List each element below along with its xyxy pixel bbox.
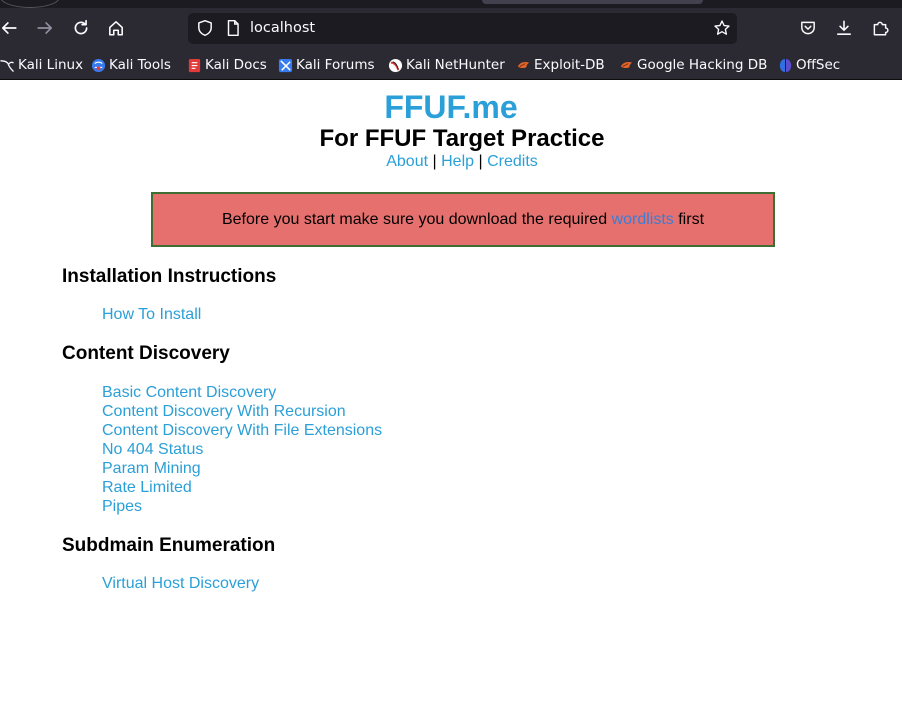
bookmark-kali-tools[interactable]: Kali Tools [91, 50, 171, 80]
reload-button[interactable] [67, 14, 95, 42]
url-text[interactable]: localhost [250, 13, 315, 44]
notice-text-after: first [678, 211, 705, 228]
extensions-button[interactable] [866, 14, 894, 42]
page-info-icon[interactable] [224, 19, 242, 37]
nav-separator: | [478, 153, 483, 170]
param-mining-link[interactable]: Param Mining [102, 459, 382, 478]
kali-tools-icon [91, 58, 106, 72]
installation-links: How To Install [102, 305, 201, 324]
offsec-icon [779, 58, 792, 72]
pipes-link[interactable]: Pipes [102, 497, 382, 516]
kali-forums-icon [278, 58, 293, 72]
rate-limited-link[interactable]: Rate Limited [102, 478, 382, 497]
virtual-host-discovery-link[interactable]: Virtual Host Discovery [102, 574, 259, 593]
top-nav: About | Help | Credits [0, 153, 902, 171]
page-content: FFUF.me For FFUF Target Practice About |… [0, 81, 902, 711]
wallpaper-curve [0, 0, 60, 8]
content-discovery-extensions-link[interactable]: Content Discovery With File Extensions [102, 421, 382, 440]
download-icon [837, 20, 851, 35]
exploit-db-icon [517, 61, 530, 68]
bookmark-label: Kali Forums [296, 57, 375, 73]
notice-text-before: Before you start make sure you download … [221, 211, 608, 228]
section-subdomain-title: Subdmain Enumeration [62, 535, 276, 556]
bookmark-label: Google Hacking DB [637, 57, 768, 73]
bookmark-offsec[interactable]: OffSec [778, 50, 840, 80]
bookmark-google-hacking-db[interactable]: Google Hacking DB [619, 50, 767, 80]
downloads-button[interactable] [830, 14, 858, 42]
navigation-toolbar: localhost [0, 8, 902, 50]
page-subtitle: For FFUF Target Practice [319, 125, 605, 152]
puzzle-piece-icon [873, 21, 889, 36]
home-icon [109, 21, 123, 36]
bookmark-label: Kali Docs [205, 57, 267, 73]
section-installation-title: Installation Instructions [62, 266, 277, 287]
pocket-icon [801, 21, 815, 35]
bookmark-label: Exploit-DB [534, 57, 605, 73]
ghdb-icon [620, 61, 633, 68]
pocket-button[interactable] [794, 14, 822, 42]
section-content-discovery-title: Content Discovery [62, 343, 230, 364]
wordlists-link[interactable]: wordlists [612, 211, 674, 228]
back-button[interactable] [0, 14, 23, 42]
bookmark-label: Kali Linux [18, 57, 84, 73]
tracking-protection-shield-icon[interactable] [196, 19, 214, 37]
kali-nethunter-icon [388, 58, 403, 72]
kali-dragon-icon [0, 59, 14, 72]
reload-icon [74, 19, 88, 35]
bookmark-kali-docs[interactable]: Kali Docs [187, 50, 267, 80]
bookmark-exploit-db[interactable]: Exploit-DB [516, 50, 605, 80]
bookmarks-toolbar: Kali Linux Kali Tools Kali Docs Kali For… [0, 50, 902, 80]
bookmark-kali-nethunter[interactable]: Kali NetHunter [388, 50, 505, 80]
kali-docs-icon [188, 58, 201, 72]
address-bar[interactable]: localhost [188, 13, 737, 44]
forward-arrow-icon [37, 22, 53, 34]
no-404-status-link[interactable]: No 404 Status [102, 440, 382, 459]
content-discovery-links: Basic Content Discovery Content Discover… [102, 383, 382, 516]
how-to-install-link[interactable]: How To Install [102, 305, 201, 324]
help-link[interactable]: Help [441, 153, 474, 170]
forward-button[interactable] [31, 14, 59, 42]
bookmark-label: Kali Tools [109, 57, 171, 73]
page-title: FFUF.me [384, 89, 518, 125]
about-link[interactable]: About [386, 153, 428, 170]
subdomain-links: Virtual Host Discovery [102, 574, 259, 593]
content-discovery-recursion-link[interactable]: Content Discovery With Recursion [102, 402, 382, 421]
tab-strip [0, 0, 902, 8]
back-arrow-icon [1, 22, 17, 34]
basic-content-discovery-link[interactable]: Basic Content Discovery [102, 383, 382, 402]
active-tab[interactable] [482, 0, 703, 4]
bookmark-kali-linux[interactable]: Kali Linux [0, 50, 83, 80]
bookmark-label: OffSec [796, 57, 841, 73]
bookmark-star-icon[interactable] [713, 19, 731, 37]
credits-link[interactable]: Credits [487, 153, 538, 170]
home-button[interactable] [102, 14, 130, 42]
bookmark-kali-forums[interactable]: Kali Forums [278, 50, 375, 80]
wordlists-notice: Before you start make sure you download … [151, 192, 775, 247]
bookmark-label: Kali NetHunter [406, 57, 505, 73]
nav-separator: | [432, 153, 437, 170]
